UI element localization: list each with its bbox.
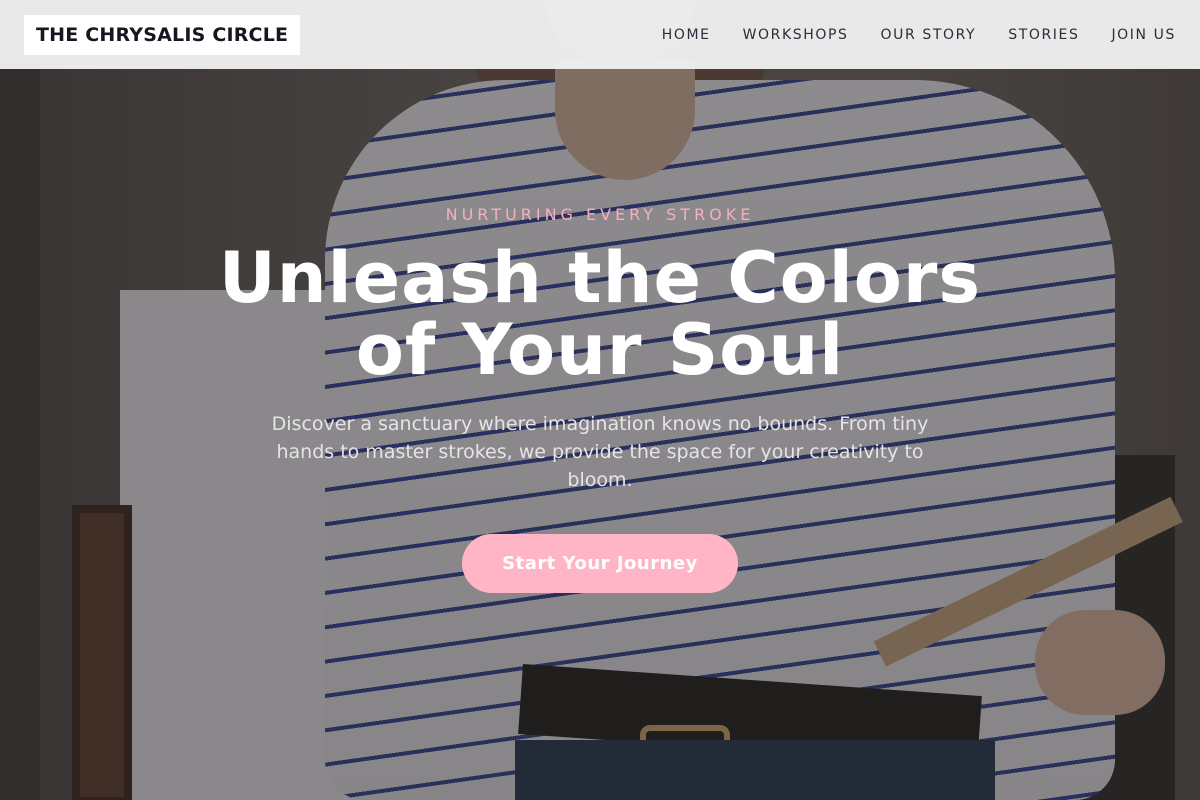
- nav-link-workshops[interactable]: WORKSHOPS: [743, 27, 849, 43]
- site-header: THE CHRYSALIS CIRCLE HOME WORKSHOPS OUR …: [0, 0, 1200, 69]
- hero-subtext: Discover a sanctuary where imagination k…: [271, 413, 929, 491]
- nav-link-join-us[interactable]: JOIN US: [1111, 27, 1176, 43]
- hero-section: NURTURING EVERY STROKE Unleash the Color…: [0, 0, 1200, 800]
- nav-link-our-story[interactable]: OUR STORY: [881, 27, 977, 43]
- start-journey-button[interactable]: Start Your Journey: [462, 534, 738, 593]
- hero-headline: Unleash the Colors of Your Soul: [219, 242, 981, 386]
- nav-link-home[interactable]: HOME: [662, 27, 711, 43]
- main-nav: HOME WORKSHOPS OUR STORY STORIES JOIN US: [630, 27, 1176, 43]
- hero-eyebrow: NURTURING EVERY STROKE: [445, 205, 755, 224]
- hero-headline-line-2: of Your Soul: [355, 309, 845, 391]
- site-logo[interactable]: THE CHRYSALIS CIRCLE: [24, 14, 301, 55]
- hero-headline-line-1: Unleash the Colors: [218, 237, 982, 319]
- nav-link-stories[interactable]: STORIES: [1008, 27, 1079, 43]
